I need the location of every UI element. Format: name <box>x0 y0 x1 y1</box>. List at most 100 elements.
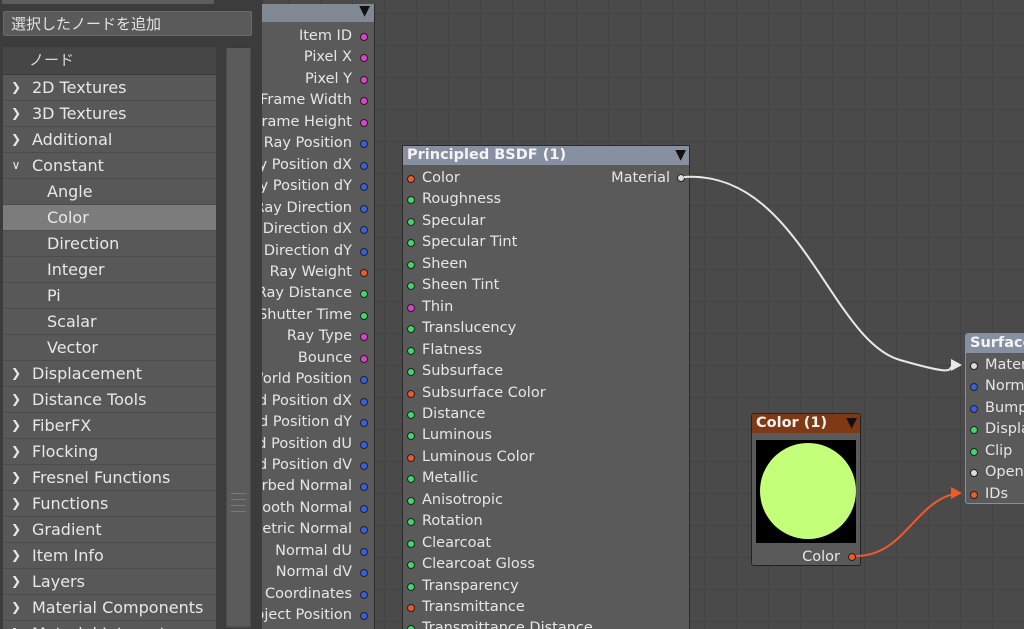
surface-input-row[interactable]: Clip <box>966 441 1012 462</box>
surface-input-row[interactable]: Displacement <box>966 419 1024 440</box>
output-socket[interactable] <box>360 161 368 170</box>
node-category-item[interactable]: ❯ Gradient <box>3 517 216 543</box>
chevron-right-icon[interactable]: ❯ <box>9 543 23 568</box>
ray-output-row[interactable]: Coordinates <box>262 584 374 605</box>
node-list-scrollbar[interactable] <box>225 47 252 629</box>
bsdf-input-row[interactable]: Color <box>403 168 460 189</box>
ray-output-row[interactable]: Frame Width <box>262 90 374 111</box>
input-socket[interactable] <box>407 389 415 398</box>
output-socket[interactable] <box>360 33 368 41</box>
add-selected-node-button[interactable]: 選択したノードを追加 <box>3 11 252 36</box>
input-socket[interactable] <box>407 217 415 226</box>
bsdf-input-row[interactable]: Sheen Tint <box>403 275 499 296</box>
node-list[interactable]: ノード ❯ 2D Textures ❯ 3D Textures ❯ Additional ∨… <box>3 47 216 629</box>
output-socket[interactable] <box>360 75 368 84</box>
output-socket[interactable] <box>360 268 368 277</box>
ray-output-row[interactable]: Ray Position dY <box>262 176 374 197</box>
output-socket[interactable] <box>360 590 368 599</box>
node-category-item[interactable]: ❯ 3D Textures <box>3 101 216 127</box>
output-socket[interactable] <box>360 397 368 406</box>
chevron-right-icon[interactable]: ❯ <box>9 595 23 620</box>
bsdf-input-row[interactable]: Transparency <box>403 576 519 597</box>
chevron-right-icon[interactable]: ❯ <box>9 621 23 629</box>
bsdf-input-row[interactable]: Flatness <box>403 340 482 361</box>
bsdf-input-row[interactable]: Clearcoat Gloss <box>403 554 535 575</box>
input-socket[interactable] <box>407 539 415 548</box>
ray-output-row[interactable]: Normal dV <box>262 562 374 583</box>
chevron-right-icon[interactable]: ❯ <box>9 75 23 100</box>
node-list-item[interactable]: Angle <box>3 179 216 205</box>
chevron-right-icon[interactable]: ❯ <box>9 127 23 152</box>
bsdf-input-row[interactable]: Translucency <box>403 318 516 339</box>
chevron-right-icon[interactable]: ❯ <box>9 517 23 542</box>
input-socket[interactable] <box>407 625 415 629</box>
input-socket[interactable] <box>407 303 415 312</box>
bsdf-input-row[interactable]: Transmittance <box>403 597 525 618</box>
node-list-item[interactable]: Color <box>3 205 216 231</box>
node-category-item[interactable]: ❯ Functions <box>3 491 216 517</box>
ray-output-row[interactable]: Frame Height <box>262 112 374 133</box>
surface-input-row[interactable]: Normal <box>966 376 1024 397</box>
ray-output-row[interactable]: Pixel X <box>262 47 374 68</box>
principled-bsdf-node[interactable]: Principled BSDF (1) ▼ Material Color Rough… <box>402 145 690 629</box>
chevron-down-icon[interactable]: ∨ <box>9 153 23 178</box>
bsdf-input-row[interactable]: Specular <box>403 211 485 232</box>
chevron-down-icon[interactable]: ▼ <box>846 414 857 433</box>
bsdf-input-row[interactable]: Subsurface Color <box>403 383 546 404</box>
ray-output-row[interactable]: Item ID <box>262 26 374 47</box>
surface-input-row[interactable]: IDs <box>966 484 1008 503</box>
bsdf-input-row[interactable]: Distance <box>403 404 485 425</box>
output-socket[interactable] <box>360 440 368 449</box>
node-list-item[interactable]: Scalar <box>3 309 216 335</box>
output-socket[interactable] <box>360 247 368 256</box>
chevron-right-icon[interactable]: ❯ <box>9 439 23 464</box>
input-socket[interactable] <box>407 368 415 377</box>
scrollbar-thumb[interactable] <box>227 48 250 626</box>
surface-node-header[interactable]: Surface <box>966 334 1024 353</box>
ray-output-row[interactable]: Smooth Normal <box>262 498 374 519</box>
input-socket[interactable] <box>407 260 415 269</box>
ray-output-row[interactable]: Normal dU <box>262 541 374 562</box>
bsdf-input-row[interactable]: Metallic <box>403 468 478 489</box>
node-category-item[interactable]: ❯ Distance Tools <box>3 387 216 413</box>
chevron-right-icon[interactable]: ❯ <box>9 465 23 490</box>
bsdf-input-row[interactable]: Rotation <box>403 511 483 532</box>
ray-output-row[interactable]: Ray Direction <box>262 198 374 219</box>
chevron-right-icon[interactable]: ❯ <box>9 387 23 412</box>
node-list-item[interactable]: Vector <box>3 335 216 361</box>
input-socket[interactable] <box>970 447 978 456</box>
node-list-item[interactable]: Pi <box>3 283 216 309</box>
node-category-item[interactable]: ❯Material Integrators <box>3 621 216 629</box>
ray-output-row[interactable]: Geometric Normal <box>262 519 374 540</box>
output-socket[interactable] <box>360 547 368 556</box>
bsdf-input-row[interactable]: Thin <box>403 297 453 318</box>
output-socket[interactable] <box>360 504 368 513</box>
input-socket[interactable] <box>970 362 978 370</box>
ray-output-row[interactable]: Ray Direction dX <box>262 219 374 240</box>
bsdf-output-material[interactable]: Material <box>611 168 689 189</box>
node-category-item[interactable]: ❯ Flocking <box>3 439 216 465</box>
input-socket[interactable] <box>407 453 415 462</box>
output-socket[interactable] <box>360 204 368 213</box>
bsdf-input-row[interactable]: Luminous <box>403 425 492 446</box>
input-socket[interactable] <box>407 346 415 355</box>
color-output[interactable]: Color <box>802 547 860 565</box>
ray-output-row[interactable]: Ray Position dX <box>262 155 374 176</box>
ray-output-row[interactable]: World Position <box>262 369 374 390</box>
node-category-item[interactable]: ❯ Additional <box>3 127 216 153</box>
input-socket[interactable] <box>407 582 415 591</box>
surface-input-row[interactable]: Material <box>966 355 1024 376</box>
output-socket[interactable] <box>360 118 368 127</box>
node-list-item[interactable]: Integer <box>3 257 216 283</box>
ray-output-row[interactable]: Ray Position <box>262 133 374 154</box>
color-node-header[interactable]: Color (1) ▼ <box>752 414 860 433</box>
ray-info-node[interactable]: ▼ Item ID Pixel X Pixel Y Frame Width Frame … <box>262 4 375 629</box>
chevron-right-icon[interactable]: ❯ <box>9 361 23 386</box>
input-socket[interactable] <box>407 175 415 183</box>
bsdf-node-header[interactable]: Principled BSDF (1) ▼ <box>403 146 689 165</box>
node-category-item[interactable]: ∨ Constant <box>3 153 216 179</box>
surface-input-row[interactable]: Bump <box>966 398 1024 419</box>
output-socket[interactable] <box>360 354 368 363</box>
chevron-right-icon[interactable]: ❯ <box>9 491 23 516</box>
input-socket[interactable] <box>970 490 978 499</box>
